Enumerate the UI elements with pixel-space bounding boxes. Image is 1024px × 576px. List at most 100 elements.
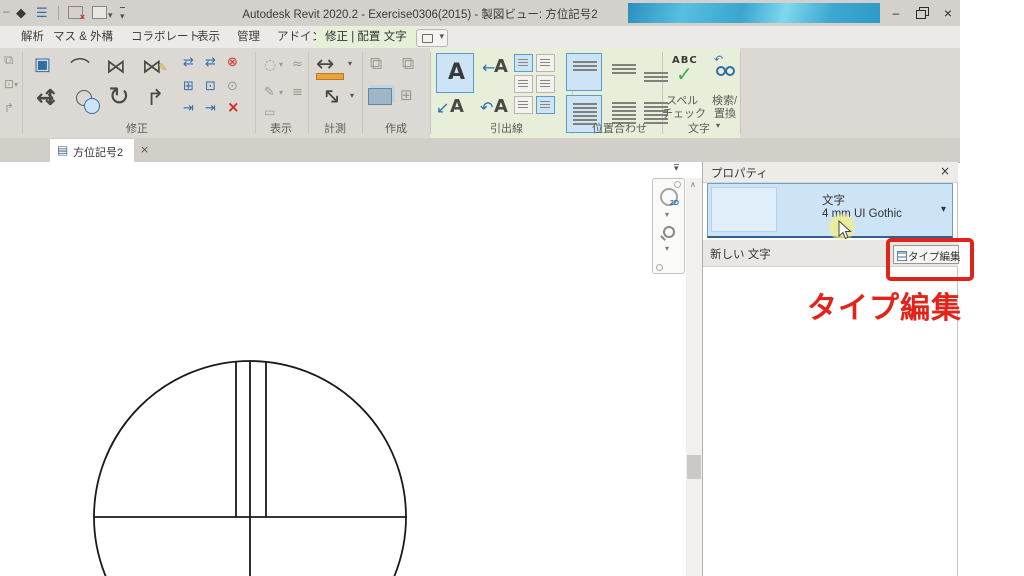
curved-leader-A-icon: A — [494, 98, 508, 116]
leader-mid-left-button[interactable] — [514, 75, 533, 93]
linework-icon[interactable]: ✎ — [264, 86, 275, 99]
show-lines-icon[interactable]: ≡ — [292, 86, 303, 99]
mirror-axis-icon[interactable]: ⋈ — [106, 56, 126, 76]
navigation-bar[interactable]: 2D ▾ ▾ — [652, 178, 685, 274]
panel-label-measure: 計測 — [324, 120, 346, 136]
create-assembly-icon[interactable]: ⊞ — [400, 88, 413, 103]
tab-manage[interactable]: 管理 — [228, 26, 269, 48]
infocenter-search-area[interactable] — [628, 3, 880, 23]
leader-bottom-right-button-active[interactable] — [536, 96, 555, 114]
qat-switch-caret-icon[interactable]: ▾ — [108, 7, 113, 23]
zoom-caret-icon[interactable]: ▾ — [665, 245, 669, 253]
restore-button[interactable] — [910, 4, 934, 22]
text-panel-caret-icon[interactable]: ▾ — [716, 122, 720, 130]
measure-along-icon[interactable]: ↔ — [317, 83, 346, 112]
qat-customize-icon[interactable]: ▾ — [120, 7, 125, 24]
leader-top-left-button-active[interactable] — [514, 54, 533, 72]
ribbon: ⧉ ⊡ ▾ ↱ ▣ ⌒ ⋈ ⋈ ✎ ↔ ↕ ↻ ↱ ⇄ ⇄ ⊗ ⊞ ⊡ ⊙ ⇥ … — [0, 48, 960, 139]
trim-extend-icon[interactable]: ⇥ — [183, 102, 194, 115]
title-bar: – ◆ ☰ × ▾ ▾ Autodesk Revit 2020.2 - Exer… — [0, 0, 960, 27]
qat-close-hidden-icon[interactable]: × — [68, 6, 83, 19]
view-tab-close-icon[interactable]: × — [140, 144, 149, 155]
align-bottom-icon[interactable] — [644, 72, 668, 82]
two-segment-leader-arrow-icon[interactable]: ↙ — [436, 100, 449, 116]
view-tab-label: 方位記号2 — [73, 144, 123, 160]
unpin-icon[interactable]: ⊗ — [227, 56, 238, 69]
measure-caret-icon[interactable]: ▾ — [348, 60, 352, 68]
create-similar-icon[interactable]: ⧉ — [402, 56, 414, 73]
panel-label-leader: 引出線 — [490, 120, 523, 136]
view-tab-active[interactable]: ▤ 方位記号2 — [50, 139, 134, 162]
show-box-icon[interactable]: ▭ — [264, 106, 275, 118]
measure-along-caret-icon[interactable]: ▾ — [350, 92, 354, 100]
hidden-elements-icon[interactable]: ◌ — [264, 58, 276, 72]
copy-icon-second — [84, 98, 100, 114]
qat-overflow-left-icon[interactable]: – — [3, 3, 10, 19]
show-wave-icon[interactable]: ≈ — [292, 58, 303, 71]
offset-icon[interactable]: ↱ — [146, 88, 164, 110]
create-group-icon[interactable]: ⧉ — [370, 56, 382, 73]
align-top-icon — [573, 61, 597, 71]
leader-bottom-left-button[interactable] — [514, 96, 533, 114]
trim-multiple-icon[interactable]: ⇥ — [205, 102, 216, 115]
panel-label-show: 表示 — [270, 120, 292, 136]
tab-view[interactable]: 表示 — [188, 26, 229, 48]
hidden-caret-icon[interactable]: ▾ — [279, 61, 283, 69]
scrollbar-thumb[interactable] — [687, 455, 701, 479]
find-replace-button[interactable]: ↶ — [712, 54, 748, 90]
panel-separator — [255, 52, 256, 134]
scroll-up-icon[interactable]: ∧ — [690, 181, 696, 189]
panel-label-create: 作成 — [385, 120, 407, 136]
qat-pointer-icon[interactable]: ◆ — [16, 5, 26, 21]
find-replace-arrow-icon: ↶ — [714, 54, 723, 65]
view-tab-bar: ▤ 方位記号2 × — [0, 138, 960, 163]
paste-icon[interactable]: ⧉ — [4, 54, 13, 67]
scale-icon[interactable]: ⊡ — [205, 80, 216, 93]
type-preview-box — [711, 187, 777, 232]
zoom-icon[interactable] — [663, 226, 675, 238]
clipboard-caret-icon[interactable]: ▾ — [14, 81, 18, 89]
coping-icon[interactable]: ⌒ — [70, 58, 90, 78]
qat-switch-windows-icon[interactable] — [92, 6, 107, 19]
no-leader-A-icon: A — [448, 62, 465, 84]
navbar-dot-bottom-icon — [656, 264, 663, 271]
tab-modify-place-text-active[interactable]: 修正 | 配置 文字 — [316, 26, 416, 48]
collapse-panel-icon[interactable]: ▾ — [674, 164, 679, 174]
linework-caret-icon[interactable]: ▾ — [279, 89, 283, 97]
properties-header: プロパティ × — [703, 162, 958, 183]
two-segment-leader-A-icon: A — [450, 98, 464, 116]
match-properties-icon[interactable]: ▣ — [34, 56, 51, 74]
properties-close-icon[interactable]: × — [940, 165, 950, 177]
split-with-gap-icon[interactable]: ⇄ — [205, 56, 216, 69]
qat-worksets-icon[interactable]: ☰ — [36, 5, 48, 21]
tab-massing[interactable]: マス & 外構 — [44, 26, 122, 48]
leader-top-right-button[interactable] — [536, 54, 555, 72]
drawing-area[interactable]: ▾ 2D ▾ ▾ ∧ — [0, 162, 702, 576]
curved-leader-arrow-icon[interactable]: ↶ — [480, 100, 493, 116]
ribbon-display-options-button[interactable]: ▾ — [416, 29, 448, 47]
align-middle-icon[interactable] — [612, 64, 636, 74]
leader-mid-right-button[interactable] — [536, 75, 555, 93]
join-geometry-icon[interactable]: ↱ — [4, 102, 14, 114]
type-selector-caret-icon[interactable]: ▾ — [941, 205, 946, 215]
panel-label-text: 文字 — [688, 120, 710, 136]
clipboard-icon[interactable]: ⊡ — [4, 78, 14, 90]
pin-icon[interactable]: ⊙ — [227, 80, 238, 93]
split-element-icon[interactable]: ⇄ — [183, 56, 194, 69]
vertical-scrollbar[interactable]: ∧ — [686, 178, 702, 576]
window-title: Autodesk Revit 2020.2 - Exercise0306(201… — [160, 6, 680, 22]
spell-check-button[interactable]: ABC ✓ — [668, 54, 706, 90]
array-icon[interactable]: ⊞ — [183, 80, 194, 93]
delete-icon[interactable]: × — [227, 100, 240, 115]
load-family-icon[interactable] — [368, 88, 392, 105]
minimize-button[interactable]: – — [884, 4, 908, 22]
wheel-2d-label: 2D — [670, 200, 679, 207]
panel-separator — [362, 52, 363, 134]
panel-label-modify: 修正 — [126, 120, 148, 136]
close-button[interactable]: × — [936, 4, 960, 22]
wheel-caret-icon[interactable]: ▾ — [665, 211, 669, 219]
align-top-button-active[interactable] — [566, 53, 602, 91]
no-leader-button-active[interactable]: A — [436, 53, 474, 93]
selection-label: 新しい 文字 — [710, 246, 771, 262]
rotate-icon[interactable]: ↻ — [108, 84, 130, 110]
